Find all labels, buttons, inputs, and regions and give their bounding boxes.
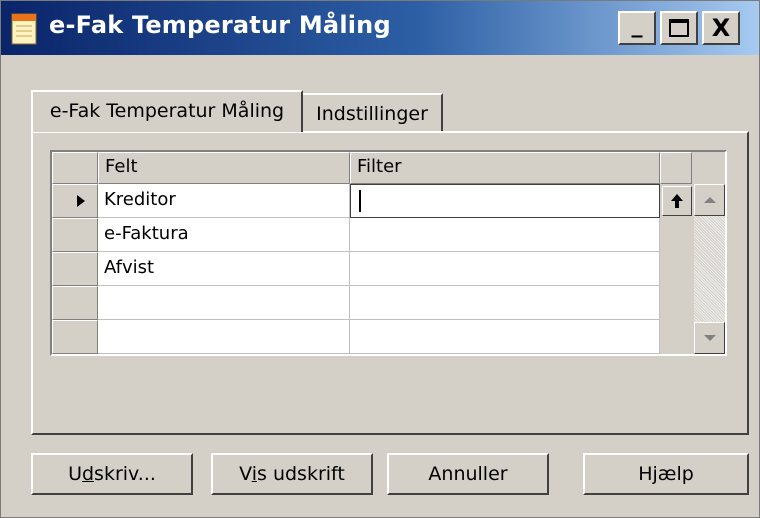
row-selector[interactable] [52, 286, 98, 320]
row-selector[interactable] [52, 320, 98, 354]
grid-cell-filter[interactable] [350, 320, 660, 354]
close-button[interactable]: X [702, 11, 740, 45]
scroll-up-icon [703, 197, 716, 203]
print-button[interactable]: Udskriv... [31, 453, 193, 495]
print-label: Udskriv... [68, 463, 156, 485]
scroll-down-button[interactable] [694, 322, 725, 354]
grid-cell-filter[interactable] [350, 286, 660, 320]
column-header-blank [660, 152, 692, 184]
help-button[interactable]: Hjælp [583, 453, 749, 495]
tab-temperatur-maling[interactable]: e-Fak Temperatur Måling [31, 90, 303, 132]
lookup-button[interactable] [662, 186, 692, 216]
grid-cell-felt[interactable] [98, 286, 350, 320]
grid-cell-felt[interactable]: Afvist [98, 252, 350, 286]
preview-label: Vis udskrift [239, 463, 345, 485]
grid-cell-filter[interactable] [350, 218, 660, 252]
grid-cell-filter-active[interactable] [350, 184, 660, 218]
row-selector[interactable] [52, 252, 98, 286]
row-selector-header [52, 152, 98, 184]
grid-cell-felt[interactable]: Kreditor [98, 184, 350, 218]
scroll-down-icon [703, 335, 716, 341]
dialog-window: e-Fak Temperatur Måling _ X e-Fak Temper… [0, 0, 760, 518]
grid-cell-felt[interactable] [98, 320, 350, 354]
column-header-filter[interactable]: Filter [350, 152, 660, 184]
filter-grid: Felt Filter Kreditor e-Faktura Afvist [50, 150, 727, 356]
minimize-button[interactable]: _ [618, 11, 656, 45]
help-label: Hjælp [638, 463, 694, 485]
scroll-up-button[interactable] [694, 184, 725, 216]
title-bar[interactable]: e-Fak Temperatur Måling _ X [1, 1, 759, 55]
tab-label: e-Fak Temperatur Måling [49, 100, 285, 122]
text-cursor [359, 190, 361, 212]
grid-cell-filter[interactable] [350, 252, 660, 286]
grid-cell-felt[interactable]: e-Faktura [98, 218, 350, 252]
close-icon: X [711, 14, 731, 42]
maximize-icon [669, 19, 689, 37]
cancel-button[interactable]: Annuller [387, 453, 549, 495]
window-title: e-Fak Temperatur Måling [49, 11, 391, 39]
row-selector[interactable] [52, 218, 98, 252]
minimize-icon: _ [631, 13, 643, 38]
cancel-label: Annuller [428, 463, 508, 485]
tab-label: Indstillinger [316, 103, 428, 125]
app-notepad-icon [9, 11, 39, 45]
maximize-button[interactable] [660, 11, 698, 45]
column-header-felt[interactable]: Felt [98, 152, 350, 184]
row-selector[interactable] [52, 184, 98, 218]
preview-button[interactable]: Vis udskrift [211, 453, 373, 495]
row-pointer-icon [77, 195, 85, 207]
lookup-arrow-icon [671, 194, 683, 208]
tab-indstillinger[interactable]: Indstillinger [303, 93, 443, 131]
